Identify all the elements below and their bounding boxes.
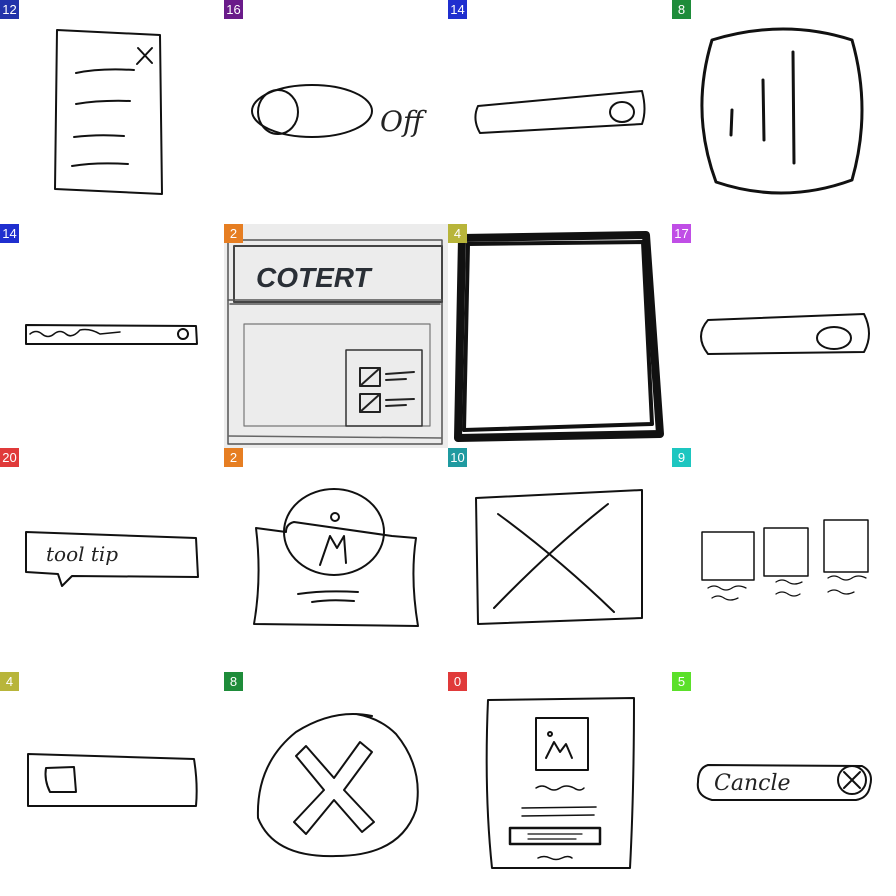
tile-cancel-button: 5 Cancle: [672, 672, 896, 896]
tile-badge: 2: [224, 448, 243, 467]
tile-thumbnail-grid: 9: [672, 448, 896, 672]
content-panel-title: COTERT: [256, 262, 373, 293]
tile-slider: 14: [448, 0, 672, 224]
tile-badge: 0: [448, 672, 467, 691]
thick-box-sketch: [454, 231, 664, 442]
cancel-button-label: Cancle: [714, 771, 791, 796]
toggle-off-sketch: Off: [251, 84, 427, 138]
switch-box-sketch: [27, 753, 198, 807]
tile-progress-slider: 14: [0, 224, 224, 448]
slider-sketch: [474, 90, 646, 134]
tile-image-placeholder: 10: [448, 448, 672, 672]
thumbnail-grid-sketch: [701, 519, 869, 601]
tile-x-circle: 8: [224, 672, 448, 896]
tile-badge: 4: [448, 224, 467, 243]
tile-badge: 2: [224, 224, 243, 243]
cancel-button-sketch: Cancle: [696, 764, 872, 801]
tile-document-close: 12: [0, 0, 224, 224]
tile-badge: 20: [0, 448, 19, 467]
tile-badge: 14: [448, 0, 467, 19]
tile-badge: 4: [0, 672, 19, 691]
profile-card-sketch: [253, 488, 419, 627]
tile-tooltip: 20 tool tip: [0, 448, 224, 672]
tile-profile-card: 2: [224, 448, 448, 672]
slider-large-sketch: [700, 313, 870, 355]
sketch-grid: 12 16 Off 14 8 14 2 COTERT 4 17 20 tool …: [0, 0, 896, 896]
tile-image-card: 0: [448, 672, 672, 896]
tooltip-sketch: tool tip: [25, 531, 199, 587]
content-panel-sketch: COTERT: [227, 239, 443, 445]
tooltip-text: tool tip: [46, 542, 118, 566]
tile-badge: 5: [672, 672, 691, 691]
progress-slider-sketch: [25, 324, 198, 345]
x-circle-sketch: [256, 713, 419, 858]
signal-bars-sketch: [700, 27, 864, 195]
tile-badge: 8: [224, 672, 243, 691]
image-card-sketch: [485, 697, 635, 869]
tile-signal-bars: 8: [672, 0, 896, 224]
tile-badge: 8: [672, 0, 691, 19]
image-placeholder-sketch: [475, 489, 643, 625]
tile-slider-large: 17: [672, 224, 896, 448]
document-close-sketch: [54, 29, 163, 195]
tile-badge: 12: [0, 0, 19, 19]
tile-thick-box: 4: [448, 224, 672, 448]
tile-content-panel: 2 COTERT: [224, 224, 448, 448]
tile-toggle-off: 16 Off: [224, 0, 448, 224]
tile-switch-box: 4: [0, 672, 224, 896]
tile-badge: 14: [0, 224, 19, 243]
tile-badge: 9: [672, 448, 691, 467]
tile-badge: 17: [672, 224, 691, 243]
toggle-off-label: Off: [380, 105, 427, 138]
tile-badge: 10: [448, 448, 467, 467]
tile-badge: 16: [224, 0, 243, 19]
